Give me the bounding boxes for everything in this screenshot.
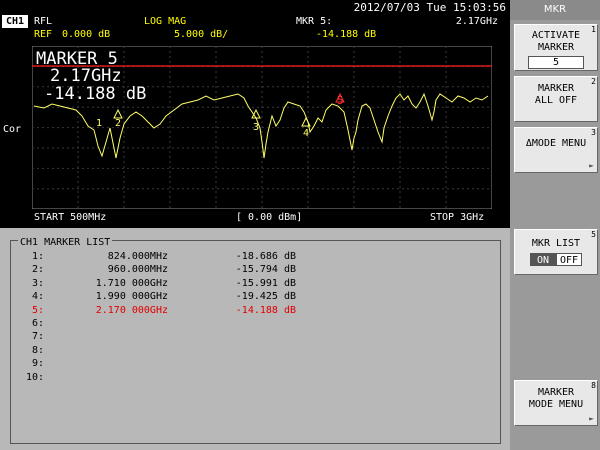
marker-list-row: 4: 1.990 000GHz -19.425 dB [22, 290, 296, 303]
marker-level: -18.686 dB [235, 251, 296, 262]
softkey-number: 1 [591, 25, 596, 34]
softkey-panel: MKR 1 ACTIVATE MARKER 5 2 MARKER ALL OFF… [510, 0, 600, 450]
active-marker-freq: 2.17GHz [50, 66, 122, 86]
mkr-list-off[interactable]: OFF [556, 253, 582, 266]
submenu-arrow-icon: ► [589, 161, 594, 170]
source-power: [ 0.00 dBm] [236, 212, 303, 223]
active-marker-field[interactable]: 5 [528, 56, 584, 69]
activate-marker-line2: MARKER [537, 42, 575, 53]
marker-level: -15.794 dB [235, 264, 296, 276]
marker-freq: 2.17GHz [455, 16, 498, 27]
start-frequency: START 500MHz [34, 212, 107, 223]
marker-list-row: 9: [22, 357, 296, 370]
marker-index: 10: [25, 371, 44, 383]
mkr-list-toggle[interactable]: 5 MKR LIST ON OFF [514, 229, 598, 275]
marker-mode-menu-line2: MODE MENU [528, 399, 584, 410]
marker-frequency: 960.000MHz [107, 264, 168, 276]
marker-list-row: 8: [22, 344, 296, 357]
ref-value: 0.000 dB [62, 29, 111, 40]
marker-4-label: 4 [303, 128, 309, 139]
marker-frequency: 1.990 000GHz [95, 291, 168, 303]
submenu-arrow-icon: ► [589, 414, 594, 423]
ref-label: REF [34, 29, 53, 40]
marker-list-row: 10: [22, 371, 296, 384]
marker-index: 8: [31, 344, 44, 356]
marker-2-label: 2 [115, 118, 121, 129]
stop-frequency: STOP 3GHz [430, 212, 485, 223]
delta-mode-menu-button[interactable]: 3 ΔMODE MENU ► [514, 127, 598, 173]
marker-list-row: 6: [22, 317, 296, 330]
marker-list-row: 1: 824.000MHz -18.686 dB [22, 250, 296, 263]
marker-frequency: 1.710 000GHz [95, 277, 168, 289]
marker-label: MKR 5: [296, 16, 333, 27]
marker-index: 5: [31, 304, 44, 316]
marker-level: -14.188 dB [235, 304, 296, 316]
marker-index: 9: [31, 358, 44, 370]
marker-all-off-line1: MARKER [537, 83, 575, 94]
marker-all-off-button[interactable]: 2 MARKER ALL OFF [514, 76, 598, 122]
scale-value: 5.000 dB/ [174, 29, 229, 40]
marker-index: 1: [31, 251, 44, 262]
softkey-number: 3 [591, 128, 596, 137]
channel-indicator: CH1 [2, 15, 28, 28]
softkey-panel-title: MKR [510, 0, 600, 20]
marker-index: 4: [31, 291, 44, 303]
marker-frequency: 824.000MHz [107, 251, 168, 262]
marker-5: 5 [335, 92, 345, 107]
marker-3-label: 3 [253, 122, 259, 133]
marker-1: 1 [96, 118, 102, 129]
marker-list-row: 2: 960.000MHz -15.794 dB [22, 263, 296, 276]
marker-list-title: CH1 MARKER LIST [18, 237, 113, 249]
softkey-number: 5 [591, 230, 596, 239]
marker-list-row: 3: 1.710 000GHz -15.991 dB [22, 277, 296, 290]
marker-5-label: 5 [337, 94, 344, 107]
mode-label: RFL [34, 16, 53, 27]
marker-list-row: 5: 2.170 000GHz -14.188 dB [22, 304, 296, 317]
marker-index: 2: [31, 264, 44, 276]
marker-mode-menu-line1: MARKER [537, 387, 575, 398]
delta-mode-menu-label: ΔMODE MENU [525, 138, 587, 149]
correction-indicator: Cor [3, 124, 22, 135]
format-label: LOG MAG [144, 16, 187, 27]
activate-marker-line1: ACTIVATE [531, 30, 581, 41]
marker-list-row: 7: [22, 330, 296, 343]
mkr-list-switch[interactable]: ON OFF [515, 253, 597, 266]
mkr-list-on[interactable]: ON [530, 253, 556, 266]
marker-value: -14.188 dB [316, 29, 377, 40]
marker-index: 7: [31, 331, 44, 343]
marker-index: 6: [31, 318, 44, 329]
analyzer-screen: 2012/07/03 Tue 15:03:56 CH1 RFL LOG MAG … [0, 0, 510, 450]
marker-index: 3: [31, 277, 44, 289]
softkey-number: 2 [591, 77, 596, 86]
marker-all-off-line2: ALL OFF [534, 95, 578, 106]
marker-level: -15.991 dB [235, 277, 296, 289]
marker-mode-menu-button[interactable]: 8 MARKER MODE MENU ► [514, 380, 598, 426]
marker-frequency: 2.170 000GHz [95, 304, 168, 316]
softkey-number: 8 [591, 381, 596, 390]
active-marker-value: -14.188 dB [44, 84, 147, 104]
marker-1-label: 1 [96, 118, 102, 129]
activate-marker-button[interactable]: 1 ACTIVATE MARKER 5 [514, 24, 598, 71]
mkr-list-label: MKR LIST [531, 238, 581, 249]
datetime: 2012/07/03 Tue 15:03:56 [353, 1, 506, 14]
marker-level: -19.425 dB [235, 291, 296, 303]
